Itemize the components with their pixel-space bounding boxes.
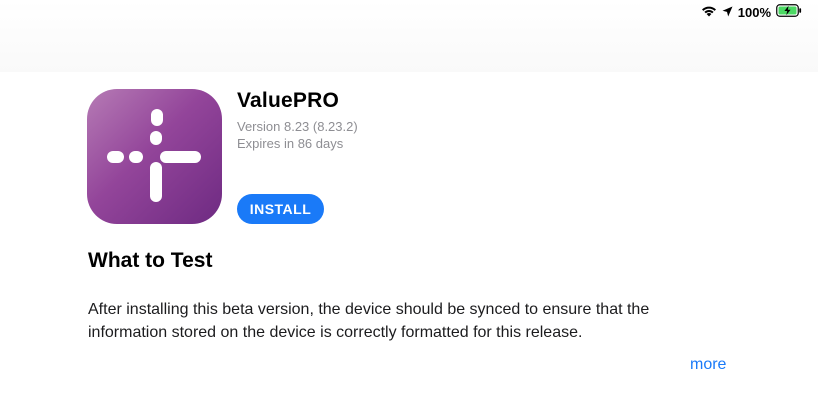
icon-mark-center-dot <box>129 151 143 163</box>
more-link[interactable]: more <box>690 356 726 374</box>
app-version: Version 8.23 (8.23.2) <box>237 119 358 134</box>
icon-mark-horizontal-left <box>107 151 124 163</box>
icon-mark-vertical-top <box>151 109 163 126</box>
app-name: ValuePRO <box>237 89 339 112</box>
icon-mark-vertical-bottom <box>150 162 162 202</box>
status-bar: 100% <box>0 0 818 24</box>
what-to-test-heading: What to Test <box>88 249 213 272</box>
icon-mark-upper-dot <box>150 131 162 145</box>
valuepro-app-icon <box>87 89 222 224</box>
description-line-1: After installing this beta version, the … <box>88 301 650 318</box>
description-line-2: information stored on the device is corr… <box>88 324 583 341</box>
wifi-icon <box>701 5 717 20</box>
install-button[interactable]: INSTALL <box>237 194 324 224</box>
what-to-test-description: After installing this beta version, the … <box>88 298 738 344</box>
app-expiry: Expires in 86 days <box>237 136 344 151</box>
icon-mark-horizontal-right <box>160 151 201 163</box>
battery-charging-icon <box>776 4 802 20</box>
location-arrow-icon <box>722 5 733 20</box>
status-indicators: 100% <box>701 4 802 20</box>
battery-percent: 100% <box>737 4 771 20</box>
